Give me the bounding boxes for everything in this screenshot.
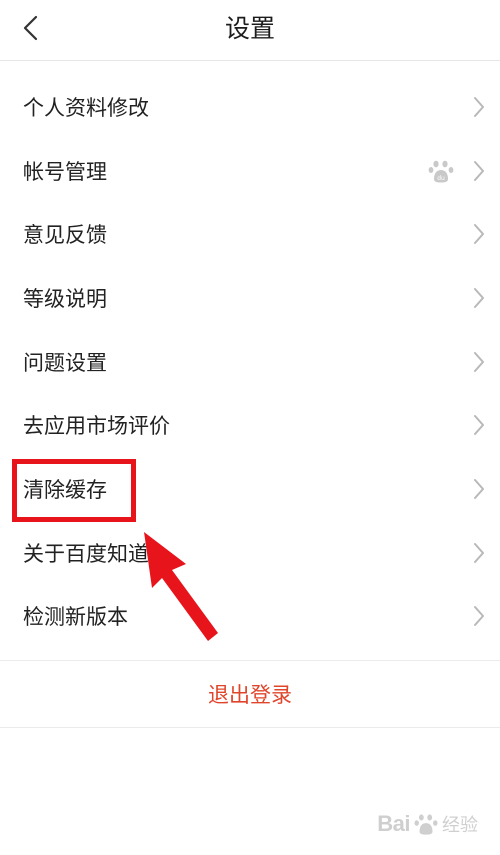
svg-text:du: du (437, 175, 445, 182)
settings-item-label: 检测新版本 (23, 605, 128, 630)
chevron-right-icon (472, 413, 486, 437)
settings-item-profile-edit[interactable]: 个人资料修改 (0, 75, 500, 139)
settings-item-clear-cache[interactable]: 清除缓存 (0, 457, 500, 521)
watermark-text-cn: 经验 (442, 815, 478, 836)
watermark-text: Bai (377, 811, 410, 836)
nav-header: 设置 (0, 0, 500, 61)
chevron-right-icon (472, 350, 486, 374)
settings-item-label: 个人资料修改 (23, 95, 149, 120)
settings-item-feedback[interactable]: 意见反馈 (0, 202, 500, 266)
settings-item-label: 关于百度知道 (23, 541, 149, 566)
settings-item-label: 帐号管理 (23, 159, 107, 184)
settings-item-label: 清除缓存 (23, 477, 107, 502)
settings-item-account-management[interactable]: 帐号管理 du (0, 139, 500, 203)
baidu-paw-icon (414, 814, 438, 835)
settings-item-check-update[interactable]: 检测新版本 (0, 585, 500, 649)
page-title: 设置 (224, 14, 275, 43)
settings-item-about[interactable]: 关于百度知道 (0, 521, 500, 585)
chevron-right-icon (472, 286, 486, 310)
chevron-right-icon (472, 222, 486, 246)
settings-item-label: 意见反馈 (23, 223, 107, 248)
settings-item-rate-app[interactable]: 去应用市场评价 (0, 393, 500, 457)
settings-item-label: 等级说明 (23, 286, 107, 311)
settings-list: 个人资料修改 帐号管理 du 意见反馈 等级说明 问题设置 去应用市场评价 清除… (0, 75, 500, 648)
chevron-right-icon (472, 95, 486, 119)
settings-item-level-info[interactable]: 等级说明 (0, 266, 500, 330)
settings-item-label: 去应用市场评价 (23, 414, 170, 439)
settings-item-label: 问题设置 (23, 350, 107, 375)
logout-label: 退出登录 (208, 683, 292, 707)
chevron-right-icon (472, 541, 486, 565)
baidu-paw-icon: du (427, 157, 455, 185)
chevron-right-icon (472, 477, 486, 501)
chevron-right-icon (472, 604, 486, 628)
divider (0, 727, 500, 728)
watermark: Bai 经验 (377, 807, 478, 841)
chevron-right-icon (472, 159, 486, 183)
settings-item-question-settings[interactable]: 问题设置 (0, 330, 500, 394)
logout-button[interactable]: 退出登录 (0, 661, 500, 727)
